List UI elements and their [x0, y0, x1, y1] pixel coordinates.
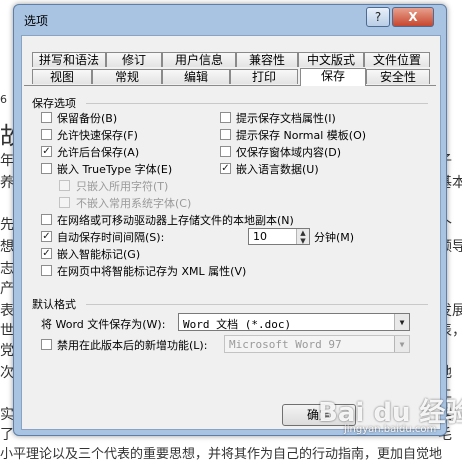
bg-line: 想: [0, 239, 14, 255]
save-format-select[interactable]: Word 文档 (*.doc) ▼: [178, 313, 410, 331]
prompt-props-label: 提示保存文档属性(I): [236, 112, 336, 125]
bg-line: 产: [0, 281, 14, 297]
bg-line: 实: [0, 407, 14, 423]
autosave-label: 自动保存时间间隔(S):: [57, 231, 165, 244]
dialog-title: 选项: [24, 14, 49, 28]
local-copy-label: 在网络或可移动驱动器上存储文件的本地副本(N): [57, 214, 294, 227]
no-common-fonts-label: 不嵌入常用系统字体(C): [76, 197, 192, 210]
autosave-interval-stepper[interactable]: 10 ▲ ▼: [248, 228, 310, 245]
autosave-checkbox[interactable]: ✓: [41, 231, 52, 242]
watermark-url: jingyan.baidu.com: [344, 424, 437, 435]
header-divider: [86, 103, 428, 104]
tab-edit[interactable]: 编辑: [162, 69, 230, 84]
bg-line: 次: [0, 365, 14, 381]
options-dialog: 选项 ? X 拼写和语法 修订 用户信息 兼容性 中文版式 文件位置 视图 常规…: [13, 4, 447, 436]
bg-save-label: 允许后台保存(A): [57, 146, 140, 159]
bg-line: 养: [0, 175, 14, 191]
tab-general[interactable]: 常规: [92, 69, 162, 84]
local-copy-checkbox[interactable]: [41, 214, 52, 225]
bg-line: 世: [0, 323, 14, 339]
chevron-down-icon[interactable]: ▼: [394, 314, 409, 330]
disable-features-checkbox[interactable]: [41, 339, 52, 350]
bg-line: 小平理论以及三个代表的重要思想，并将其作为自己的行动指南，更加自觉地: [0, 447, 443, 462]
smart-tags-xml-label: 在网页中将智能标记存为 XML 属性(V): [57, 265, 247, 278]
embed-smart-tags-checkbox[interactable]: ✓: [41, 248, 52, 259]
fast-save-checkbox[interactable]: [41, 129, 52, 140]
tab-file-locations[interactable]: 文件位置: [364, 52, 430, 67]
fast-save-label: 允许快速保存(F): [57, 129, 138, 142]
tab-spelling-grammar[interactable]: 拼写和语法: [32, 52, 106, 67]
bg-line: 志: [0, 261, 14, 277]
default-format-header: 默认格式: [32, 298, 76, 311]
dialog-client: 拼写和语法 修订 用户信息 兼容性 中文版式 文件位置 视图 常规 编辑 打印 …: [21, 35, 441, 430]
close-button[interactable]: X: [392, 7, 434, 27]
tab-track-changes[interactable]: 修订: [106, 52, 162, 67]
bg-save-checkbox[interactable]: ✓: [41, 146, 52, 157]
prompt-props-checkbox[interactable]: [220, 112, 231, 123]
embed-used-only-checkbox[interactable]: [59, 180, 70, 191]
keep-backup-label: 保留备份(B): [57, 112, 118, 125]
autosave-interval-value: 10: [253, 230, 267, 243]
save-format-value: Word 文档 (*.doc): [183, 318, 292, 331]
disable-features-value: Microsoft Word 97: [229, 338, 342, 351]
default-format-divider: [86, 304, 428, 305]
bg-line: 党: [0, 343, 14, 359]
tab-user-info[interactable]: 用户信息: [162, 52, 236, 67]
prompt-normal-label: 提示保存 Normal 模板(O): [236, 129, 367, 142]
tab-save[interactable]: 保存: [300, 68, 366, 86]
tab-security[interactable]: 安全性: [366, 69, 430, 84]
help-button[interactable]: ?: [366, 7, 390, 27]
tab-asian-typography[interactable]: 中文版式: [298, 52, 364, 67]
embed-truetype-label: 嵌入 TrueType 字体(E): [57, 163, 173, 176]
spin-arrows[interactable]: ▲ ▼: [296, 229, 309, 245]
tab-view[interactable]: 视图: [32, 69, 92, 84]
embed-smart-tags-label: 嵌入智能标记(G): [57, 248, 141, 261]
embed-lang-checkbox[interactable]: ✓: [220, 163, 231, 174]
form-data-only-label: 仅保存窗体域内容(D): [236, 146, 342, 159]
save-tab-panel: 保存选项 保留备份(B) 允许快速保存(F) ✓ 允许后台保存(A) 嵌入 Tr…: [24, 86, 436, 426]
bg-line: 表: [0, 303, 14, 319]
close-icon: X: [408, 10, 418, 24]
embed-lang-label: 嵌入语言数据(U): [236, 163, 319, 176]
form-data-only-checkbox[interactable]: [220, 146, 231, 157]
bg-line: 了: [0, 427, 14, 443]
no-common-fonts-checkbox[interactable]: [59, 197, 70, 208]
bg-line: 先: [0, 217, 14, 233]
prompt-normal-checkbox[interactable]: [220, 129, 231, 140]
keep-backup-checkbox[interactable]: [41, 112, 52, 123]
embed-used-only-label: 只嵌入所用字符(T): [76, 180, 169, 193]
autosave-unit: 分钟(M): [314, 231, 355, 244]
disable-features-label: 禁用在此版本后的新增功能(L):: [57, 339, 208, 352]
chevron-down-icon[interactable]: ▼: [394, 336, 409, 352]
help-icon: ?: [374, 10, 382, 24]
save-options-header: 保存选项: [32, 97, 76, 110]
bg-line: 年: [0, 153, 14, 169]
disable-features-select[interactable]: Microsoft Word 97 ▼: [224, 335, 410, 353]
smart-tags-xml-checkbox[interactable]: [41, 265, 52, 276]
tab-compatibility[interactable]: 兼容性: [236, 52, 298, 67]
embed-truetype-checkbox[interactable]: [41, 163, 52, 174]
tab-print[interactable]: 打印: [230, 69, 298, 84]
bg-line: 6: [0, 93, 7, 106]
save-word-as-label: 将 Word 文件保存为(W):: [41, 318, 166, 331]
